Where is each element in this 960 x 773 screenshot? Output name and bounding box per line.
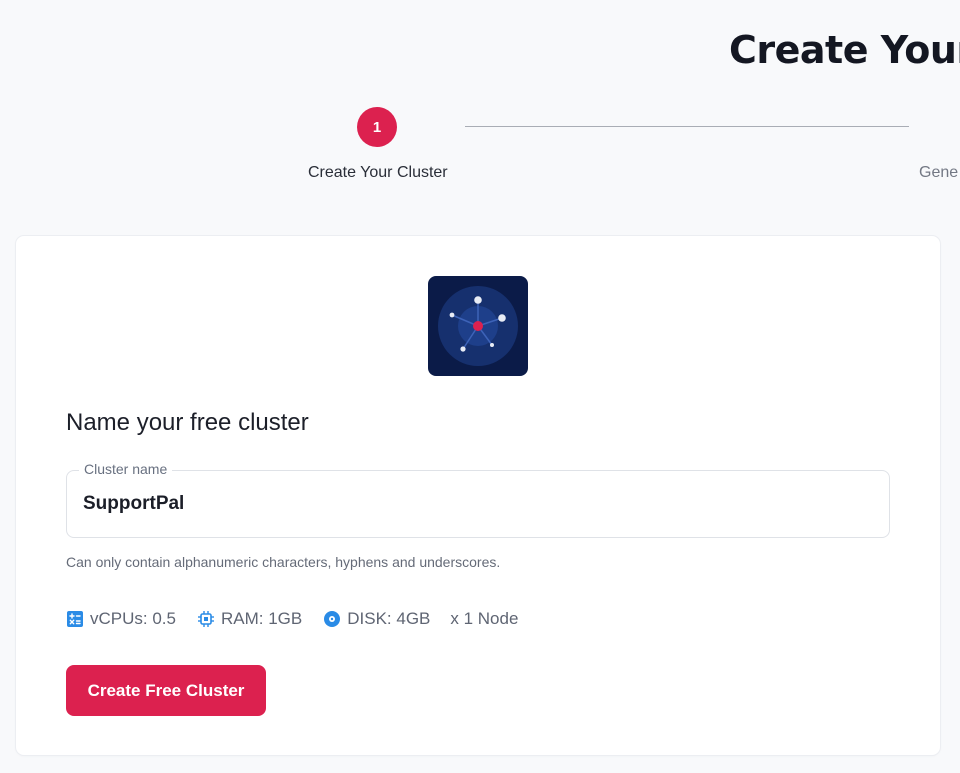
cluster-name-helper-text: Can only contain alphanumeric characters… (66, 554, 501, 570)
create-cluster-card: Name your free cluster Cluster name Can … (16, 236, 940, 755)
step-1-indicator[interactable]: 1 (357, 107, 397, 147)
vcpu-spec: vCPUs: 0.5 (66, 609, 176, 629)
page-title: Create Your (729, 28, 960, 72)
disk-spec-label: DISK: 4GB (347, 609, 431, 628)
disk-icon (323, 610, 341, 628)
step-2-label: Gene (919, 164, 959, 181)
node-count: x 1 Node (450, 609, 519, 628)
calculator-icon (66, 610, 84, 628)
cluster-name-input[interactable] (83, 489, 863, 519)
chip-icon (197, 610, 215, 628)
vcpu-spec-label: vCPUs: 0.5 (90, 609, 176, 628)
ram-spec-label: RAM: 1GB (220, 609, 303, 628)
disk-spec: DISK: 4GB (323, 609, 430, 629)
card-heading: Name your free cluster (66, 409, 309, 436)
cluster-name-legend: Cluster name (79, 461, 173, 477)
cluster-name-field[interactable]: Cluster name (66, 461, 890, 538)
cluster-specs: vCPUs: 0.5 RAM: 1GB DISK: 4GB x 1 Node (66, 609, 518, 629)
create-free-cluster-button[interactable]: Create Free Cluster (66, 665, 266, 716)
step-1-label: Create Your Cluster (308, 164, 448, 181)
cluster-logo-icon (428, 276, 528, 376)
stepper-connector-line (465, 126, 909, 127)
ram-spec: RAM: 1GB (197, 609, 302, 629)
